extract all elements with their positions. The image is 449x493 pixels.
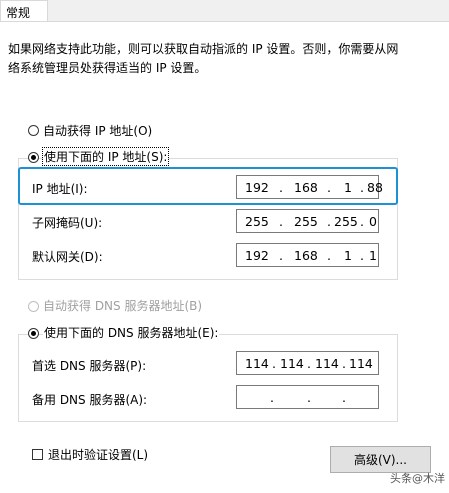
auto-ip-radio-label[interactable]: 自动获得 IP 地址(O) bbox=[43, 122, 152, 139]
subnet-mask-label: 子网掩码(U): bbox=[32, 216, 103, 230]
subnet-mask-octet-3: 255 bbox=[334, 214, 358, 229]
default-gateway-label: 默认网关(D): bbox=[32, 250, 103, 264]
alternate-dns-field[interactable]: . . . bbox=[236, 385, 379, 409]
auto-ip-radio[interactable] bbox=[28, 125, 39, 136]
dot: . bbox=[327, 214, 331, 229]
subnet-mask-octet-2: 255 bbox=[294, 214, 318, 229]
alternate-dns-label: 备用 DNS 服务器(A): bbox=[32, 393, 148, 407]
dot: . bbox=[327, 248, 331, 263]
manual-ip-radio[interactable] bbox=[28, 152, 39, 163]
default-gateway-octet-1: 192 bbox=[245, 248, 269, 263]
validate-on-exit-checkbox[interactable] bbox=[32, 449, 43, 460]
subnet-mask-field[interactable]: 255 . 255 . 255 . 0 bbox=[236, 209, 379, 233]
preferred-dns-octet-4: 114 bbox=[349, 356, 373, 371]
default-gateway-octet-2: 168 bbox=[294, 248, 318, 263]
dot: . bbox=[279, 214, 283, 229]
subnet-mask-octet-4: 0 bbox=[369, 214, 377, 229]
advanced-button[interactable]: 高级(V)... bbox=[330, 446, 431, 473]
preferred-dns-octet-1: 114 bbox=[245, 356, 269, 371]
tab-general[interactable]: 常规 bbox=[0, 0, 48, 22]
description-line-2: 络系统管理员处获得适当的 IP 设置。 bbox=[8, 61, 207, 75]
dot: . bbox=[279, 248, 283, 263]
description-line-1: 如果网络支持此功能，则可以获取自动指派的 IP 设置。否则，你需要从网 bbox=[8, 42, 399, 56]
dot: . bbox=[307, 356, 311, 371]
manual-dns-radio[interactable] bbox=[28, 328, 39, 339]
auto-dns-radio-label[interactable]: 自动获得 DNS 服务器地址(B) bbox=[43, 297, 202, 314]
preferred-dns-octet-2: 114 bbox=[280, 356, 304, 371]
description-text: 如果网络支持此功能，则可以获取自动指派的 IP 设置。否则，你需要从网 络系统管… bbox=[8, 40, 398, 78]
dot: . bbox=[307, 390, 311, 405]
dot: . bbox=[360, 248, 364, 263]
preferred-dns-field[interactable]: 114 . 114 . 114 . 114 bbox=[236, 351, 379, 375]
auto-dns-radio[interactable] bbox=[28, 301, 39, 312]
watermark: 头条@木洋 bbox=[390, 472, 445, 485]
default-gateway-octet-4: 1 bbox=[369, 248, 377, 263]
default-gateway-field[interactable]: 192 . 168 . 1 . 1 bbox=[236, 243, 379, 267]
preferred-dns-octet-3: 114 bbox=[315, 356, 339, 371]
preferred-dns-label: 首选 DNS 服务器(P): bbox=[32, 359, 147, 373]
tab-strip: 常规 bbox=[0, 0, 449, 22]
validate-on-exit-label[interactable]: 退出时验证设置(L) bbox=[48, 446, 148, 463]
manual-ip-radio-label[interactable]: 使用下面的 IP 地址(S): bbox=[41, 147, 170, 166]
dot: . bbox=[342, 390, 346, 405]
manual-dns-radio-label[interactable]: 使用下面的 DNS 服务器地址(E): bbox=[43, 324, 220, 341]
subnet-mask-octet-1: 255 bbox=[245, 214, 269, 229]
dot: . bbox=[272, 356, 276, 371]
dot: . bbox=[360, 214, 364, 229]
ip-address-highlight bbox=[18, 167, 398, 205]
dot: . bbox=[342, 356, 346, 371]
default-gateway-octet-3: 1 bbox=[344, 248, 352, 263]
dot: . bbox=[270, 390, 274, 405]
